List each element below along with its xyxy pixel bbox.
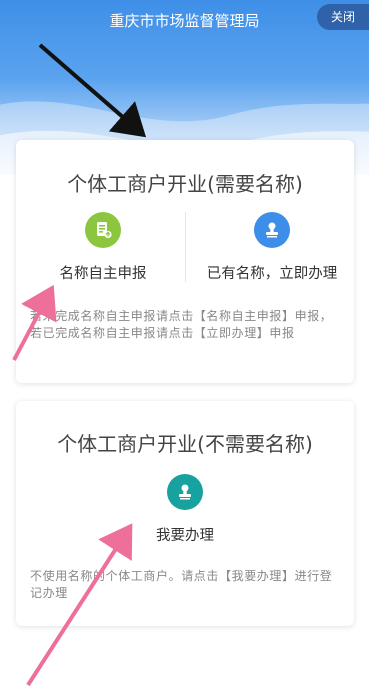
- card-title: 个体工商户开业(不需要名称): [57, 432, 313, 456]
- card-with-name: 个体工商户开业(需要名称) 名称自主申报 已有名称，立即办理 若未完成名称自主申…: [16, 140, 354, 383]
- option-label: 我要办理: [156, 528, 214, 544]
- card-description: 不使用名称的个体工商户。请点击【我要办理】进行登记办理: [30, 569, 333, 600]
- option-label: 已有名称，立即办理: [206, 266, 338, 282]
- name-self-declare-option[interactable]: 名称自主申报: [48, 212, 158, 283]
- option-label: 名称自主申报: [59, 266, 147, 282]
- stamp-icon: [254, 212, 290, 248]
- close-button[interactable]: 关闭: [317, 4, 369, 30]
- stamp-icon: [167, 474, 203, 510]
- header-title: 重庆市市场监督管理局: [109, 12, 260, 30]
- card-without-name: 个体工商户开业(不需要名称) 我要办理 不使用名称的个体工商户。请点击【我要办理…: [16, 401, 354, 626]
- apply-now-option[interactable]: 我要办理: [130, 474, 240, 545]
- card-description: 若未完成名称自主申报请点击【名称自主申报】申报，若已完成名称自主申报请点击【立即…: [30, 309, 333, 340]
- card-title: 个体工商户开业(需要名称): [67, 172, 303, 196]
- document-upload-icon: [85, 212, 121, 248]
- has-name-apply-option[interactable]: 已有名称，立即办理: [202, 212, 342, 283]
- divider: [185, 212, 186, 282]
